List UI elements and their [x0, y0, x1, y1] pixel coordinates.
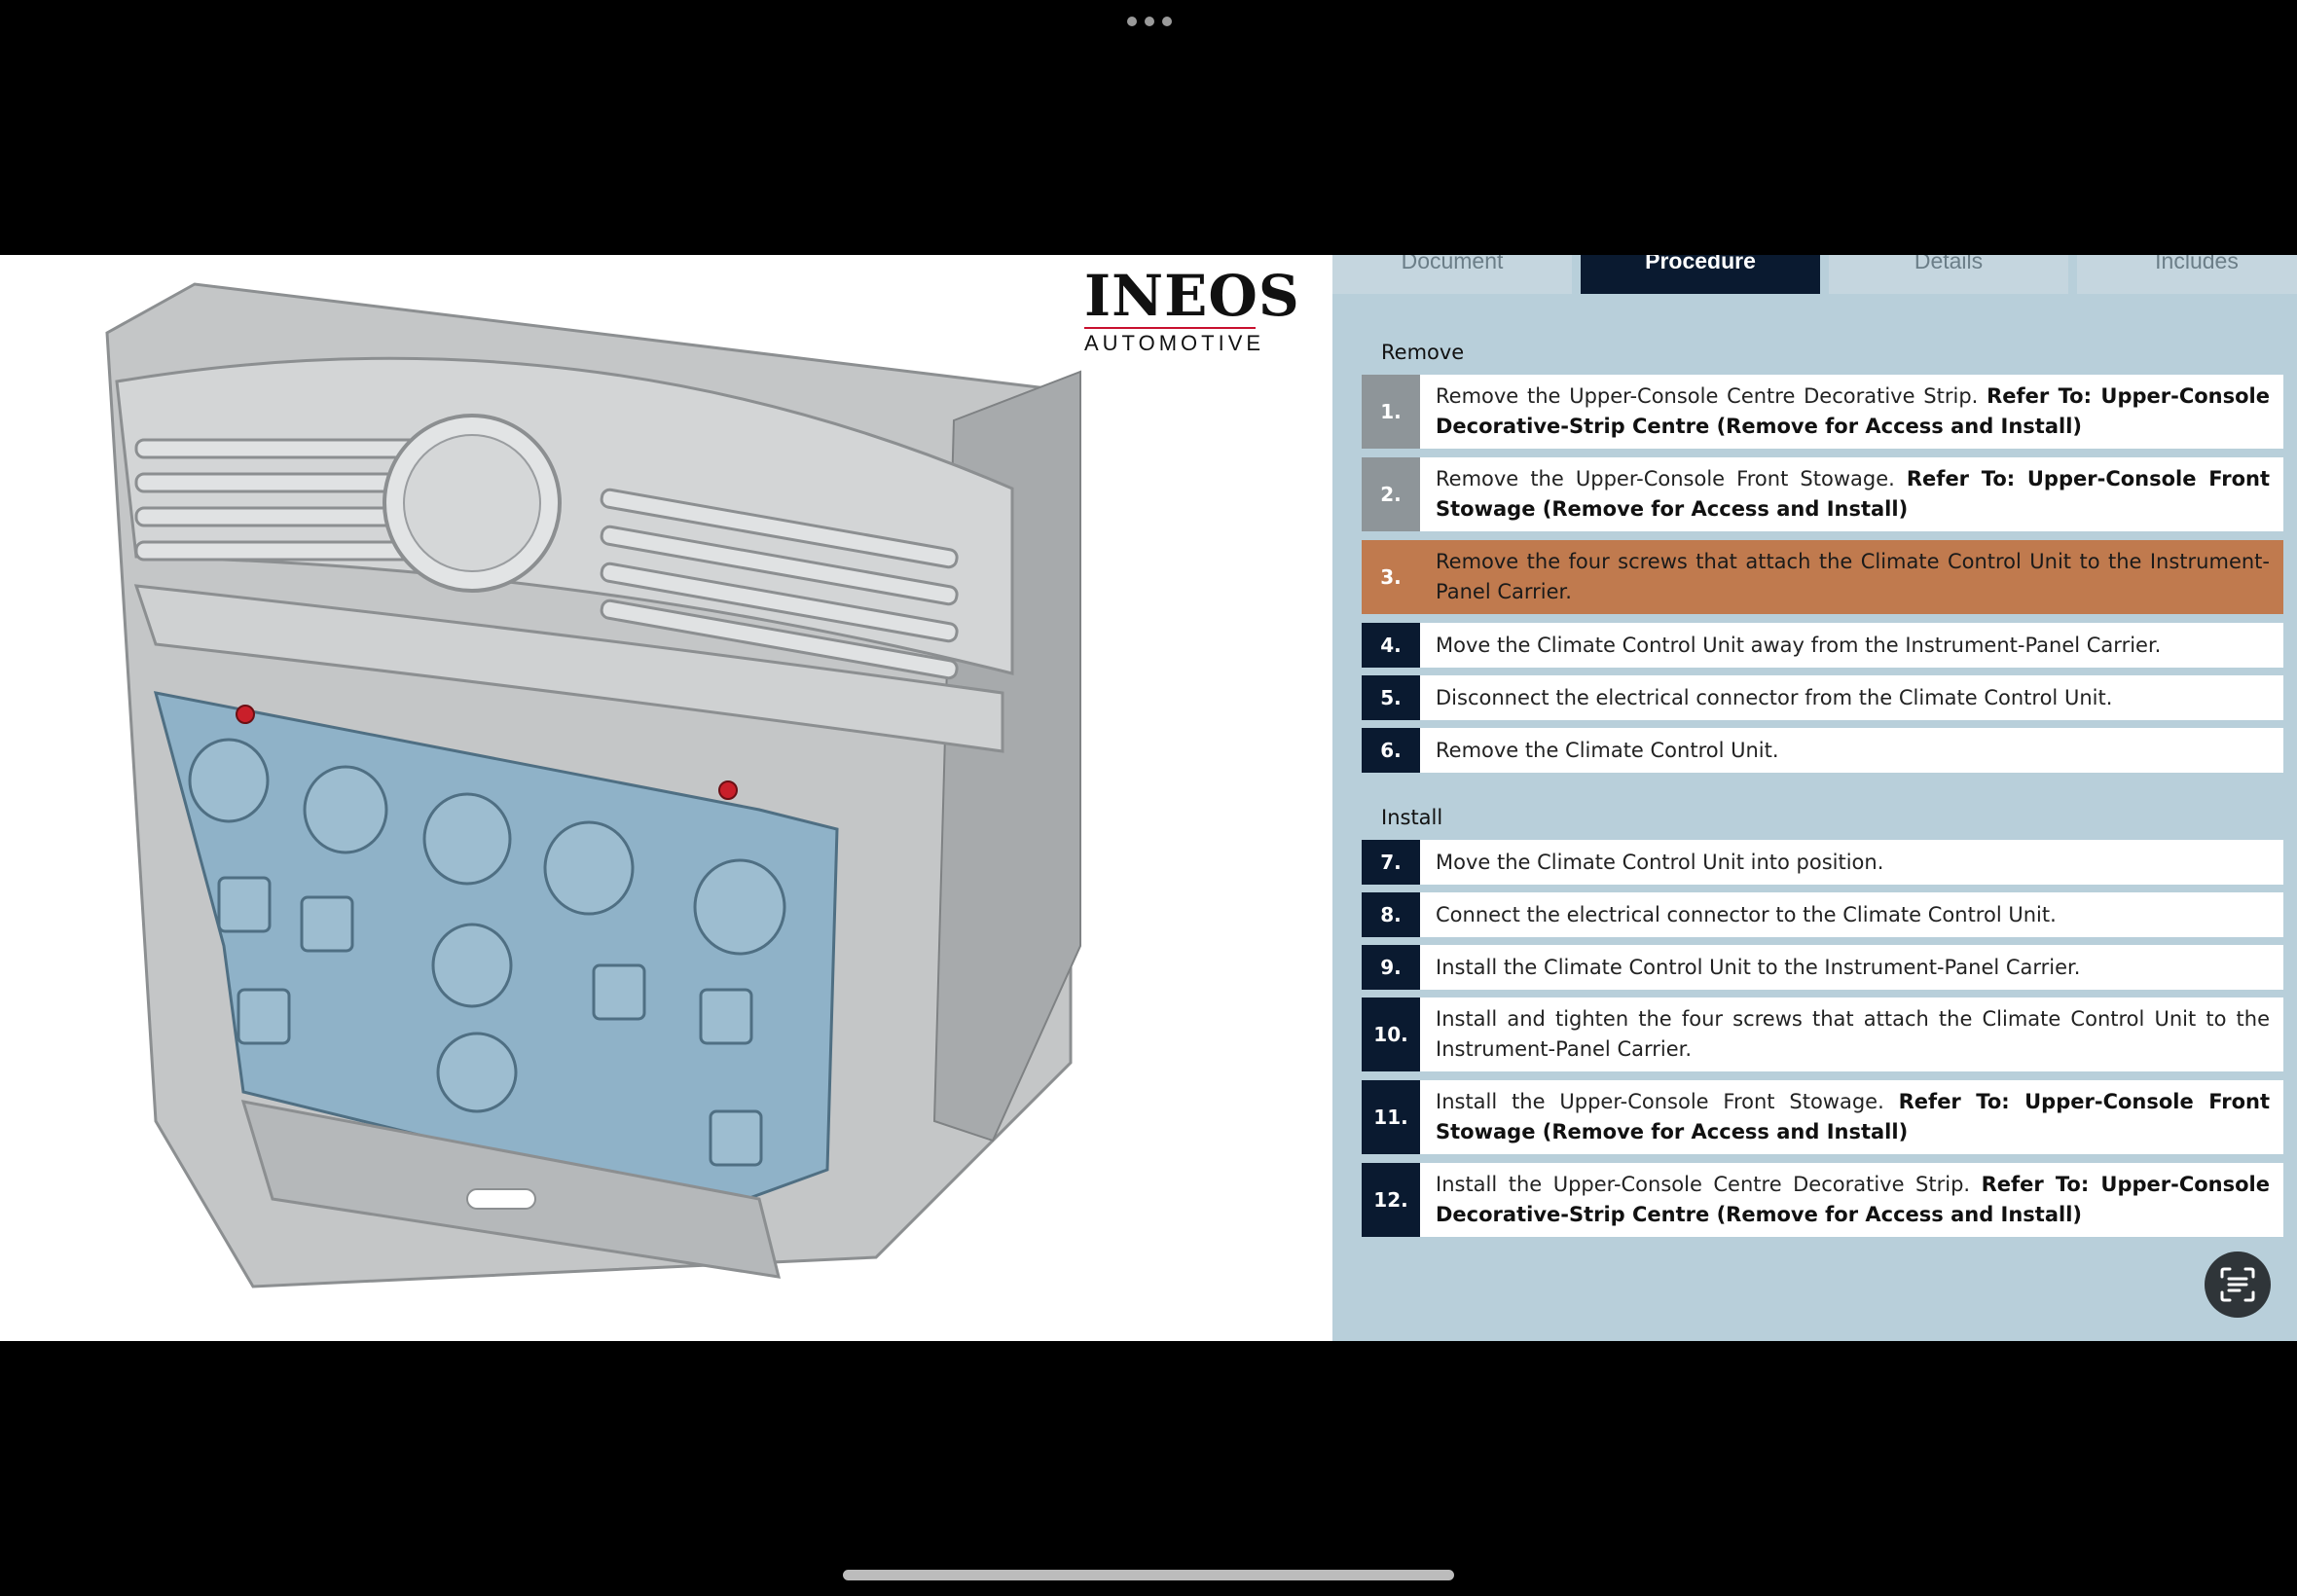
more-dots-icon[interactable] [1127, 17, 1172, 28]
step-number: 1. [1362, 375, 1420, 449]
step-number: 11. [1362, 1080, 1420, 1154]
step-10[interactable]: 10. Install and tighten the four screws … [1362, 998, 2283, 1071]
dot [1162, 17, 1172, 26]
step-number: 4. [1362, 623, 1420, 668]
step-9[interactable]: 9. Install the Climate Control Unit to t… [1362, 945, 2283, 990]
text-scan-icon [2220, 1267, 2255, 1302]
step-text: Move the Climate Control Unit away from … [1436, 633, 2162, 657]
model-viewer[interactable]: INEOS AUTOMOTIVE [0, 255, 1332, 1341]
step-text: Remove the Upper-Console Front Stowage. [1436, 467, 1907, 490]
ineos-logo: INEOS AUTOMOTIVE [1084, 263, 1300, 356]
step-number: 9. [1362, 945, 1420, 990]
step-6[interactable]: 6. Remove the Climate Control Unit. [1362, 728, 2283, 773]
step-text: Remove the four screws that attach the C… [1436, 550, 2270, 603]
tab-document[interactable]: Document [1332, 255, 1572, 294]
step-text: Install the Upper-Console Centre Decorat… [1436, 1173, 1982, 1196]
step-2[interactable]: 2. Remove the Upper-Console Front Stowag… [1362, 457, 2283, 531]
step-text: Disconnect the electrical connector from… [1436, 685, 2113, 709]
step-number: 2. [1362, 457, 1420, 531]
step-11[interactable]: 11. Install the Upper-Console Front Stow… [1362, 1080, 2283, 1154]
step-3[interactable]: 3. Remove the four screws that attach th… [1362, 540, 2283, 614]
step-number: 10. [1362, 998, 1420, 1071]
step-number: 5. [1362, 675, 1420, 720]
tab-procedure[interactable]: Procedure [1581, 255, 1820, 294]
procedure-panel: Document Procedure Details Includes Remo… [1332, 255, 2297, 1341]
step-12[interactable]: 12. Install the Upper-Console Centre Dec… [1362, 1163, 2283, 1237]
tab-includes[interactable]: Includes [2077, 255, 2297, 294]
logo-sub-text: AUTOMOTIVE [1084, 331, 1265, 355]
section-title-install: Install [1381, 806, 1443, 829]
step-text: Connect the electrical connector to the … [1436, 902, 2057, 926]
climate-control-unit-3d-model[interactable] [78, 265, 1100, 1296]
section-title-remove: Remove [1381, 341, 1465, 364]
step-number: 8. [1362, 892, 1420, 937]
step-number: 6. [1362, 728, 1420, 773]
step-text: Install the Upper-Console Front Stowage. [1436, 1090, 1899, 1113]
step-text: Remove the Upper-Console Centre Decorati… [1436, 384, 1987, 408]
text-scan-button[interactable] [2205, 1251, 2271, 1318]
dot [1127, 17, 1137, 26]
dot [1145, 17, 1154, 26]
step-text: Install and tighten the four screws that… [1436, 1007, 2270, 1061]
home-indicator[interactable] [843, 1570, 1454, 1580]
step-text: Install the Climate Control Unit to the … [1436, 955, 2081, 979]
step-1[interactable]: 1. Remove the Upper-Console Centre Decor… [1362, 375, 2283, 449]
step-8[interactable]: 8. Connect the electrical connector to t… [1362, 892, 2283, 937]
step-5[interactable]: 5. Disconnect the electrical connector f… [1362, 675, 2283, 720]
step-number: 7. [1362, 840, 1420, 885]
step-number: 3. [1362, 540, 1420, 614]
logo-main-text: INEOS [1084, 263, 1300, 329]
step-number: 12. [1362, 1163, 1420, 1237]
step-text: Remove the Climate Control Unit. [1436, 738, 1779, 762]
step-7[interactable]: 7. Move the Climate Control Unit into po… [1362, 840, 2283, 885]
tab-bar: Document Procedure Details Includes [1332, 255, 2297, 296]
step-text: Move the Climate Control Unit into posit… [1436, 850, 1884, 874]
tab-details[interactable]: Details [1829, 255, 2068, 294]
step-4[interactable]: 4. Move the Climate Control Unit away fr… [1362, 623, 2283, 668]
